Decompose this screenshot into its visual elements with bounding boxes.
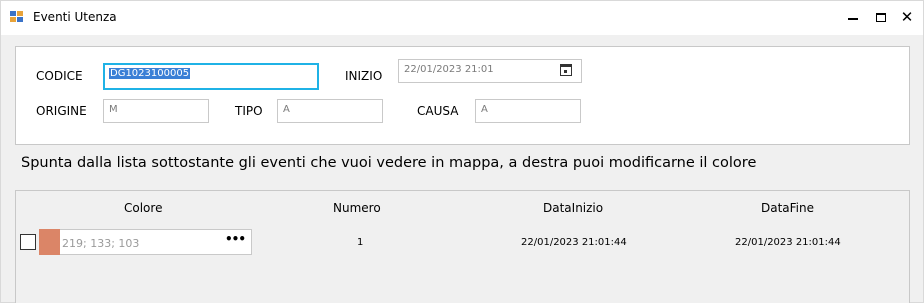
numero-cell: 1 bbox=[357, 237, 364, 248]
datainizio-cell: 22/01/2023 21:01:44 bbox=[521, 237, 627, 248]
color-field[interactable]: 219; 133; 103 ••• bbox=[60, 229, 252, 255]
origine-field[interactable]: M bbox=[103, 99, 209, 123]
causa-label: CAUSA bbox=[417, 104, 459, 118]
events-grid[interactable]: Colore Numero DataInizio DataFine 219; 1… bbox=[15, 190, 910, 303]
minimize-icon bbox=[848, 18, 858, 20]
event-details-panel: CODICE DG1023100005 INIZIO 22/01/2023 21… bbox=[15, 46, 910, 145]
color-swatch bbox=[39, 229, 60, 255]
codice-label: CODICE bbox=[36, 69, 83, 83]
inizio-label: INIZIO bbox=[345, 69, 383, 83]
instruction-text: Spunta dalla lista sottostante gli event… bbox=[21, 155, 757, 171]
inizio-datepicker[interactable]: 22/01/2023 21:01 bbox=[398, 59, 582, 83]
tipo-label: TIPO bbox=[235, 104, 263, 118]
maximize-icon bbox=[876, 12, 886, 22]
inizio-value: 22/01/2023 21:01 bbox=[404, 64, 494, 75]
ellipsis-icon[interactable]: ••• bbox=[225, 232, 246, 246]
tipo-value: A bbox=[283, 104, 290, 115]
column-header-colore[interactable]: Colore bbox=[124, 201, 162, 215]
row-checkbox[interactable] bbox=[20, 234, 36, 250]
minimize-button[interactable] bbox=[839, 4, 867, 30]
color-value: 219; 133; 103 bbox=[62, 237, 140, 250]
column-header-datafine[interactable]: DataFine bbox=[761, 201, 814, 215]
calendar-icon[interactable] bbox=[560, 64, 572, 76]
causa-value: A bbox=[481, 104, 488, 115]
title-bar[interactable]: Eventi Utenza ✕ bbox=[1, 1, 923, 35]
column-header-datainizio[interactable]: DataInizio bbox=[543, 201, 603, 215]
close-icon: ✕ bbox=[900, 7, 914, 26]
codice-value: DG1023100005 bbox=[109, 68, 191, 79]
tipo-field[interactable]: A bbox=[277, 99, 383, 123]
datafine-cell: 22/01/2023 21:01:44 bbox=[735, 237, 841, 248]
window-title: Eventi Utenza bbox=[33, 10, 117, 24]
app-icon bbox=[10, 11, 23, 22]
causa-field[interactable]: A bbox=[475, 99, 581, 123]
codice-field[interactable]: DG1023100005 bbox=[103, 63, 319, 90]
maximize-button[interactable] bbox=[867, 4, 895, 30]
eventi-utenza-window: Eventi Utenza ✕ CODICE DG1023100005 INIZ… bbox=[0, 0, 924, 303]
origine-label: ORIGINE bbox=[36, 104, 87, 118]
origine-value: M bbox=[109, 104, 118, 115]
close-button[interactable]: ✕ bbox=[893, 4, 921, 30]
column-header-numero[interactable]: Numero bbox=[333, 201, 381, 215]
